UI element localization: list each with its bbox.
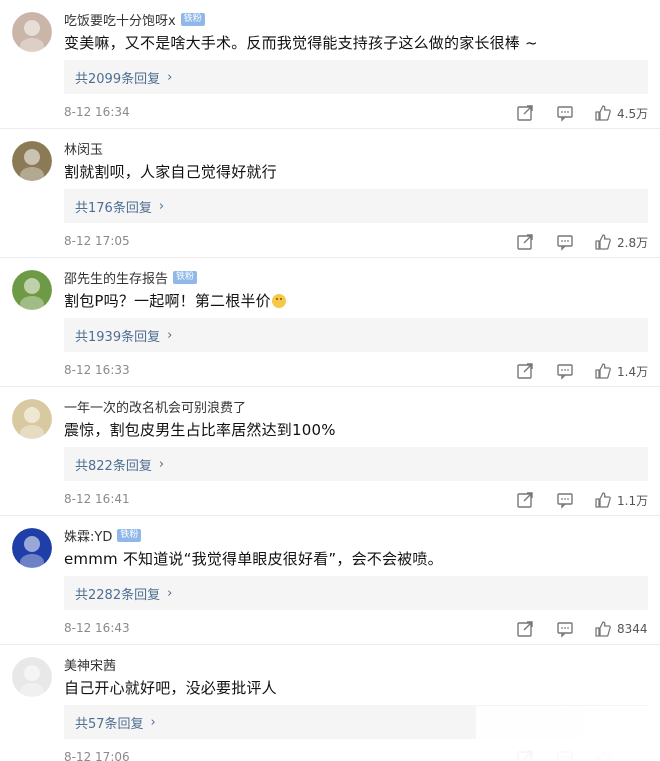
like-count: 1.4万 — [617, 364, 649, 379]
comment-item: 邵先生的生存报告 铁粉 割包P吗？一起啊！第二根半价 共1939条回复 › 8-1… — [0, 258, 660, 387]
chevron-right-icon: › — [167, 585, 173, 601]
replies-link[interactable]: 共822条回复 › — [64, 447, 648, 481]
avatar[interactable] — [12, 657, 52, 697]
like-button[interactable]: 1.1万 — [594, 491, 648, 509]
fan-badge: 铁粉 — [173, 270, 198, 284]
comment-item: 林闵玉 割就割呗，人家自己觉得好就行 共176条回复 › 8-12 17:05 … — [0, 129, 660, 258]
comment-item: 一年一次的改名机会可别浪费了 震惊，割包皮男生占比率居然达到100% 共822条… — [0, 387, 660, 516]
comment-text: 自己开心就好吧，没必要批评人 — [64, 679, 277, 697]
replies-count: 共176条回复 — [75, 200, 152, 216]
comment-text: 震惊，割包皮男生占比率居然达到100% — [64, 421, 336, 439]
thumbs-up-icon — [594, 362, 612, 380]
user-name[interactable]: 邵先生的生存报告 — [64, 268, 168, 287]
comment-meta: 8-12 16:41 1.1万 — [64, 490, 650, 510]
avatar[interactable] — [12, 141, 52, 181]
share-icon[interactable] — [516, 491, 534, 509]
comment-text: 割包P吗？一起啊！第二根半价 — [64, 290, 286, 311]
like-count: 2.8万 — [617, 235, 649, 250]
avatar[interactable] — [12, 270, 52, 310]
comment-icon[interactable] — [556, 620, 574, 638]
thumbs-up-icon — [594, 491, 612, 509]
replies-count: 共822条回复 — [75, 458, 152, 474]
comment-meta: 8-12 16:43 8344 — [64, 619, 650, 639]
fan-badge: 铁粉 — [117, 528, 142, 542]
share-icon[interactable] — [516, 233, 534, 251]
user-name-row: 林闵玉 — [64, 139, 103, 158]
avatar[interactable] — [12, 528, 52, 568]
replies-count: 共57条回复 — [75, 716, 144, 732]
comment-time: 8-12 17:06 — [64, 750, 130, 761]
like-button[interactable]: 2.8万 — [594, 233, 648, 251]
like-button[interactable]: 4.5万 — [594, 104, 648, 122]
comment-time: 8-12 17:05 — [64, 234, 130, 248]
comment-text: 变美嘛，又不是啥大手术。反而我觉得能支持孩子这么做的家长很棒 ~ — [64, 34, 538, 52]
share-icon[interactable] — [516, 104, 534, 122]
share-icon[interactable] — [516, 620, 534, 638]
replies-link[interactable]: 共2099条回复 › — [64, 60, 648, 94]
user-name[interactable]: 一年一次的改名机会可别浪费了 — [64, 397, 246, 416]
chevron-right-icon: › — [167, 327, 173, 343]
thumbs-up-icon — [594, 620, 612, 638]
chevron-right-icon: › — [167, 69, 173, 85]
like-button[interactable]: 1.4万 — [594, 362, 648, 380]
avatar[interactable] — [12, 12, 52, 52]
like-count: 1.1万 — [617, 493, 649, 508]
user-name-row: 美神宋茜 — [64, 655, 116, 674]
replies-count: 共2282条回复 — [75, 587, 161, 603]
chevron-right-icon: › — [158, 198, 165, 214]
comment-time: 8-12 16:33 — [64, 363, 130, 377]
like-button[interactable]: 8344 — [594, 620, 648, 638]
thumbs-up-icon — [594, 233, 612, 251]
replies-count: 共1939条回复 — [75, 329, 161, 345]
comment-meta: 8-12 16:33 1.4万 — [64, 361, 650, 381]
smile-emoji-icon — [271, 294, 286, 308]
user-name[interactable]: 姝霖:YD — [64, 526, 112, 545]
comment-icon[interactable] — [556, 104, 574, 122]
comment-time: 8-12 16:43 — [64, 621, 130, 635]
comment-item: 姝霖:YD 铁粉 emmm 不知道说“我觉得单眼皮很好看”，会不会被喷。 共228… — [0, 516, 660, 645]
replies-count: 共2099条回复 — [75, 71, 161, 87]
comment-text: emmm 不知道说“我觉得单眼皮很好看”，会不会被喷。 — [64, 550, 443, 568]
bottom-fade-overlay — [476, 706, 660, 761]
replies-link[interactable]: 共1939条回复 › — [64, 318, 648, 352]
comment-meta: 8-12 16:34 4.5万 — [64, 103, 650, 123]
chevron-right-icon: › — [150, 714, 156, 730]
comment-icon[interactable] — [556, 233, 574, 251]
comment-text: 割就割呗，人家自己觉得好就行 — [64, 163, 277, 181]
user-name-row: 吃饭要吃十分饱呀x 铁粉 — [64, 10, 205, 29]
like-count: 8344 — [617, 622, 648, 636]
user-name[interactable]: 吃饭要吃十分饱呀x — [64, 10, 176, 29]
comment-icon[interactable] — [556, 491, 574, 509]
user-name-row: 姝霖:YD 铁粉 — [64, 526, 142, 545]
thumbs-up-icon — [594, 104, 612, 122]
replies-link[interactable]: 共2282条回复 › — [64, 576, 648, 610]
user-name-row: 邵先生的生存报告 铁粉 — [64, 268, 198, 287]
chevron-right-icon: › — [158, 456, 165, 472]
comment-time: 8-12 16:34 — [64, 105, 130, 119]
avatar[interactable] — [12, 399, 52, 439]
user-name[interactable]: 美神宋茜 — [64, 655, 116, 674]
comment-item: 吃饭要吃十分饱呀x 铁粉 变美嘛，又不是啥大手术。反而我觉得能支持孩子这么做的家长… — [0, 0, 660, 129]
comment-time: 8-12 16:41 — [64, 492, 130, 506]
replies-link[interactable]: 共176条回复 › — [64, 189, 648, 223]
comment-meta: 8-12 17:05 2.8万 — [64, 232, 650, 252]
comment-icon[interactable] — [556, 362, 574, 380]
like-count: 4.5万 — [617, 106, 649, 121]
fan-badge: 铁粉 — [180, 12, 205, 26]
user-name-row: 一年一次的改名机会可别浪费了 — [64, 397, 246, 416]
user-name[interactable]: 林闵玉 — [64, 139, 103, 158]
share-icon[interactable] — [516, 362, 534, 380]
